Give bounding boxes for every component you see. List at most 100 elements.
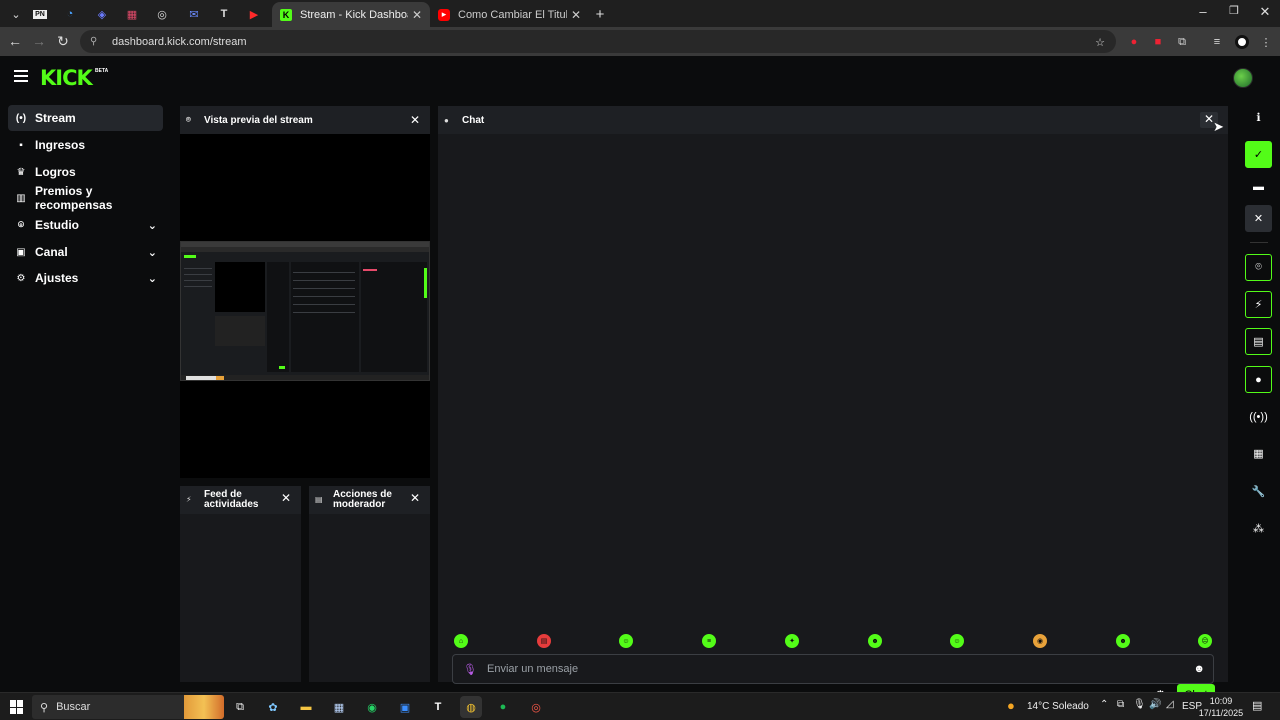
sidebar: (•) Stream ▪ Ingresos ♛ Logros ▥ Premios… bbox=[0, 98, 170, 692]
tray-app-icon[interactable]: ⧉ bbox=[1117, 699, 1124, 710]
chat-toggle-icon[interactable]: ● bbox=[1245, 366, 1272, 393]
url-text: dashboard.kick.com/stream bbox=[112, 35, 247, 48]
calculator-icon[interactable]: ▦ bbox=[328, 696, 350, 718]
microphone-tray-icon[interactable]: 🎙 bbox=[1133, 699, 1146, 710]
chevron-down-icon[interactable]: ⌄ bbox=[148, 219, 157, 232]
tray-overflow-icon[interactable]: ⌃ bbox=[1100, 699, 1108, 710]
weather-text[interactable]: 14°C Soleado bbox=[1027, 701, 1089, 712]
kick-logo[interactable]: KICK bbox=[40, 66, 93, 90]
chevron-down-icon[interactable]: ⌄ bbox=[148, 272, 157, 285]
preview-toggle-icon[interactable]: ⌾ bbox=[1245, 254, 1272, 281]
sidebar-item-label: Canal bbox=[35, 245, 68, 259]
network-icon[interactable]: ◿ bbox=[1166, 699, 1174, 710]
kick-favicon-icon: K bbox=[280, 8, 292, 21]
emote-9[interactable]: ☻ bbox=[1116, 634, 1130, 648]
pinned-tab-5-icon[interactable]: ◎ bbox=[148, 4, 176, 24]
emote-7[interactable]: ☺ bbox=[950, 634, 964, 648]
bolt-icon: ⚡ bbox=[186, 495, 192, 504]
stream-preview-video[interactable] bbox=[180, 134, 430, 478]
chat-message-input[interactable]: 🎙 Enviar un mensaje ☻ bbox=[452, 654, 1214, 684]
microphone-icon[interactable]: 🎙 bbox=[463, 663, 477, 676]
volume-icon[interactable]: 🔊 bbox=[1149, 699, 1161, 710]
profile-icon[interactable] bbox=[1233, 33, 1251, 51]
minimize-icon[interactable]: – bbox=[1188, 4, 1218, 19]
info-icon[interactable]: ℹ bbox=[1245, 104, 1272, 131]
sidebar-item-premios[interactable]: ▥ Premios y recompensas bbox=[8, 184, 163, 212]
extension-2-icon[interactable]: ■ bbox=[1149, 33, 1167, 51]
pinned-tab-3-icon[interactable]: ◈ bbox=[88, 4, 116, 24]
sidebar-item-stream[interactable]: (•) Stream bbox=[8, 105, 163, 131]
taskbar-clock[interactable]: 10:09 17/11/2025 bbox=[1197, 695, 1245, 719]
tiktok-icon[interactable]: T bbox=[427, 696, 449, 718]
panel-header: ⚡ Feed de actividades ✕ bbox=[180, 486, 301, 514]
close-icon[interactable]: ✕ bbox=[410, 492, 420, 504]
pinned-tab-7-icon[interactable]: T bbox=[210, 4, 238, 24]
sidebar-item-ingresos[interactable]: ▪ Ingresos bbox=[8, 132, 163, 158]
copilot-icon[interactable]: ✿ bbox=[262, 696, 284, 718]
moderator-toggle-icon[interactable]: ▤ bbox=[1245, 328, 1272, 355]
extensions-icon[interactable]: ⧉ bbox=[1173, 33, 1191, 51]
emote-3[interactable]: ☺ bbox=[619, 634, 633, 648]
taskbar-search[interactable]: ⚲ Buscar bbox=[32, 695, 224, 719]
pinned-tab-6-icon[interactable]: ✉ bbox=[180, 4, 208, 24]
emote-5[interactable]: ✦ bbox=[785, 634, 799, 648]
wrench-icon[interactable]: 🔧 bbox=[1245, 478, 1272, 505]
app-window-icon[interactable]: ▣ bbox=[394, 696, 416, 718]
layout-icon[interactable]: ▬ bbox=[1245, 173, 1272, 200]
back-icon[interactable]: ← bbox=[6, 33, 24, 49]
studio-icon: ⌾ bbox=[18, 219, 24, 231]
media-control-icon[interactable]: ≡ bbox=[1208, 33, 1226, 51]
tab-youtube-video[interactable]: ▸ Como Cambiar El Titulo De Mi ✕ bbox=[432, 2, 587, 27]
pinned-tab-1-icon[interactable]: PN bbox=[26, 4, 54, 24]
bookmark-star-icon[interactable]: ☆ bbox=[1091, 33, 1109, 51]
task-view-icon[interactable]: ⧉ bbox=[229, 696, 251, 718]
forward-icon[interactable]: → bbox=[30, 33, 48, 49]
avatar[interactable] bbox=[1233, 68, 1253, 88]
pinned-tab-2-icon[interactable]: ◔ bbox=[56, 4, 84, 24]
pinned-tab-8-icon[interactable]: ▶ bbox=[240, 4, 268, 24]
file-explorer-icon[interactable]: ▬ bbox=[295, 696, 317, 718]
close-icon[interactable]: ✕ bbox=[281, 492, 291, 504]
sidebar-item-estudio[interactable]: ⌾ Estudio ⌄ bbox=[8, 212, 163, 238]
tab-kick-dashboard[interactable]: K Stream - Kick Dashboard ✕ bbox=[272, 2, 430, 27]
emote-4[interactable]: ≡ bbox=[702, 634, 716, 648]
stack-icon[interactable]: ▦ bbox=[1245, 440, 1272, 467]
hamburger-menu-icon[interactable] bbox=[14, 70, 28, 82]
tab-close-icon[interactable]: ✕ bbox=[571, 8, 581, 22]
share-nodes-icon[interactable]: ⁂ bbox=[1245, 515, 1272, 542]
emote-6[interactable]: ☻ bbox=[868, 634, 882, 648]
whatsapp-icon[interactable]: ◉ bbox=[361, 696, 383, 718]
extension-1-icon[interactable]: ● bbox=[1125, 33, 1143, 51]
activity-toggle-icon[interactable]: ⚡ bbox=[1245, 291, 1272, 318]
emote-2[interactable]: ▤ bbox=[537, 634, 551, 648]
close-icon[interactable]: ✕ bbox=[410, 113, 420, 127]
new-tab-icon[interactable]: + bbox=[586, 4, 614, 24]
restore-icon[interactable]: ❐ bbox=[1219, 4, 1249, 17]
sidebar-item-logros[interactable]: ♛ Logros bbox=[8, 159, 163, 185]
obs-icon[interactable]: ◎ bbox=[525, 696, 547, 718]
reload-icon[interactable]: ↻ bbox=[54, 33, 72, 50]
windows-start-icon[interactable] bbox=[10, 700, 24, 714]
window-close-icon[interactable]: ✕ bbox=[1250, 4, 1280, 20]
browser-menu-icon[interactable]: ⋮ bbox=[1257, 33, 1275, 51]
address-bar[interactable]: ⚲ dashboard.kick.com/stream bbox=[80, 30, 1116, 53]
close-icon[interactable]: ✕ bbox=[1245, 205, 1272, 232]
sidebar-item-canal[interactable]: ▣ Canal ⌄ bbox=[8, 239, 163, 265]
chrome-icon[interactable]: ◍ bbox=[460, 696, 482, 718]
tab-close-icon[interactable]: ✕ bbox=[412, 8, 422, 22]
spotify-icon[interactable]: ● bbox=[492, 696, 514, 718]
weather-sun-icon[interactable]: ● bbox=[1007, 698, 1015, 713]
broadcast-icon[interactable]: ((•)) bbox=[1245, 403, 1272, 430]
sidebar-item-ajustes[interactable]: ⚙ Ajustes ⌄ bbox=[8, 265, 163, 291]
pinned-tab-4-icon[interactable]: ▦ bbox=[118, 4, 146, 24]
notifications-icon[interactable]: ▤ bbox=[1252, 699, 1262, 712]
sidebar-item-label: Estudio bbox=[35, 218, 79, 232]
site-info-icon[interactable]: ⚲ bbox=[90, 36, 102, 48]
emote-1[interactable]: ⌂ bbox=[454, 634, 468, 648]
chevron-down-icon[interactable]: ⌄ bbox=[148, 246, 157, 259]
emote-8[interactable]: ◉ bbox=[1033, 634, 1047, 648]
checkmark-icon[interactable]: ✓ bbox=[1245, 141, 1272, 168]
emoji-picker-icon[interactable]: ☻ bbox=[1193, 663, 1205, 675]
chat-messages: ⌂ ▤ ☺ ≡ ✦ ☻ ☺ ◉ ☻ ☹ 🎙 Enviar un mensaje … bbox=[438, 134, 1228, 706]
emote-10[interactable]: ☹ bbox=[1198, 634, 1212, 648]
